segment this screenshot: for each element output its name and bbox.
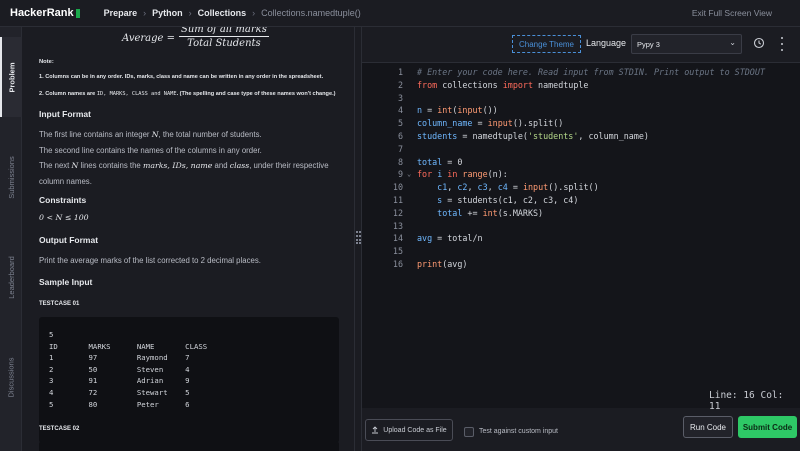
code-line: 11 s = students(c1, c2, c3, c4) <box>392 195 579 205</box>
language-label: Language <box>586 38 627 48</box>
run-code-button[interactable]: Run Code <box>683 416 733 438</box>
testcase-2-block <box>39 441 339 451</box>
code-line: 5 column_name = input().split() <box>397 118 564 129</box>
code-line: 14 avg = total/n <box>392 233 483 244</box>
editor-footer: Upload Code as File Test against custom … <box>362 409 800 451</box>
code-line: 15 <box>392 246 403 257</box>
tab-label: Discussions <box>6 356 16 398</box>
chevron-right-icon: › <box>188 8 192 18</box>
formula-fraction: Sum of all marks Total Students <box>179 27 269 49</box>
text: , under their respective <box>249 161 329 170</box>
panel-resizer[interactable] <box>354 27 362 451</box>
breadcrumb-python[interactable]: Python <box>152 8 183 18</box>
logo-mark <box>75 8 80 18</box>
hackerrank-logo[interactable]: HackerRank <box>10 7 80 19</box>
text: The first line contains an integer <box>39 130 152 139</box>
math-class: class <box>229 161 250 170</box>
fold-chevron-icon: ⌄ <box>407 170 412 179</box>
code-line: 7 <box>397 143 403 154</box>
custom-input-checkbox[interactable] <box>464 427 474 437</box>
code-line: 1 # Enter your code here. Read input from… <box>397 67 765 77</box>
input-line-1: The first line contains an integer N, th… <box>39 130 349 139</box>
code-line: 6 students = namedtuple('students', colum… <box>397 131 649 141</box>
note-item-2: 2. Column names are ID, MARKS, CLASS and… <box>39 91 349 97</box>
grip-icon <box>356 231 361 245</box>
upload-label: Upload Code as File <box>383 426 447 434</box>
logo-text: HackerRank <box>10 7 74 19</box>
code-line: 4n = int(input()) <box>397 105 498 116</box>
code-line: 13 <box>392 220 403 231</box>
constraint-text: 0 < N ≤ 100 <box>39 213 89 222</box>
testcase-1-block: 5 ID MARKS NAME CLASS 1 97 Raymond 7 2 5… <box>39 317 339 443</box>
breadcrumb-current: Collections.namedtuple() <box>261 8 361 18</box>
code-line: 16 print(avg) <box>392 259 468 269</box>
text: and <box>212 161 230 170</box>
note2-suffix: . (The spelling and case type of these n… <box>176 91 336 97</box>
exit-fullscreen-link[interactable]: Exit Full Screen View <box>692 8 772 18</box>
custom-input-label: Test against custom input <box>479 428 558 435</box>
text: , the total number of students. <box>158 130 262 139</box>
change-theme-button[interactable]: Change Theme <box>512 35 581 53</box>
tab-label: Problem <box>7 61 17 93</box>
note-title: Note: <box>39 59 54 65</box>
average-formula: Average = Sum of all marks Total Student… <box>122 27 269 49</box>
tab-discussions[interactable]: Discussions <box>0 337 22 417</box>
upload-icon <box>372 426 379 434</box>
text: The next <box>39 161 72 170</box>
chevron-right-icon: › <box>252 8 256 18</box>
formula-numerator: Sum of all marks <box>179 27 269 37</box>
history-icon[interactable] <box>753 37 765 49</box>
upload-code-button[interactable]: Upload Code as File <box>365 419 453 441</box>
note2-prefix: 2. Column names are <box>39 91 97 97</box>
text: lines contains the <box>78 161 143 170</box>
note-item-1: 1. Columns can be in any order. IDs, mar… <box>39 74 324 80</box>
breadcrumb: Prepare › Python › Collections › Collect… <box>104 8 361 18</box>
more-options-icon[interactable] <box>779 37 785 51</box>
tab-submissions[interactable]: Submissions <box>0 137 22 217</box>
math-fields: marks, IDs, name <box>142 161 213 170</box>
code-line: 2 from collections import namedtuple <box>397 79 589 90</box>
output-format-heading: Output Format <box>39 235 99 245</box>
code-line: 12 total += int(s.MARKS) <box>392 207 544 218</box>
code-line: 3 <box>397 92 403 103</box>
tab-leaderboard[interactable]: Leaderboard <box>0 237 22 317</box>
breadcrumb-collections[interactable]: Collections <box>198 8 247 18</box>
tab-label: Leaderboard <box>6 255 16 299</box>
code-line: 8 total = 0 <box>397 156 463 167</box>
code-editor[interactable]: 1 # Enter your code here. Read input from… <box>362 62 800 408</box>
tab-problem[interactable]: Problem <box>0 37 22 117</box>
math-n: N <box>151 130 159 139</box>
testcase-1-label: TESTCASE 01 <box>39 301 80 307</box>
editor-toolbar: Change Theme Language Pypy 3 ⌄ <box>362 27 800 62</box>
side-tabs: Problem Submissions Leaderboard Discussi… <box>0 27 22 451</box>
input-line-3: The next N lines contains the marks, IDs… <box>39 161 349 170</box>
input-format-heading: Input Format <box>39 109 91 119</box>
sample-input-heading: Sample Input <box>39 277 93 287</box>
tab-label: Submissions <box>6 155 16 199</box>
output-text: Print the average marks of the list corr… <box>39 256 261 265</box>
constraints-heading: Constraints <box>39 195 87 205</box>
code-line: 9 ⌄ for i in range(n): <box>397 169 508 180</box>
breadcrumb-prepare[interactable]: Prepare <box>104 8 138 18</box>
language-value: Pypy 3 <box>637 39 660 49</box>
input-line-4: column names. <box>39 177 92 186</box>
top-bar: HackerRank Prepare › Python › Collection… <box>0 0 800 27</box>
input-line-2: The second line contains the names of th… <box>39 146 262 155</box>
chevron-right-icon: › <box>143 8 147 18</box>
formula-denominator: Total Students <box>187 38 261 49</box>
chevron-down-icon: ⌄ <box>729 38 736 47</box>
language-select[interactable]: Pypy 3 ⌄ <box>631 34 742 54</box>
testcase-2-label: TESTCASE 02 <box>39 426 80 432</box>
code-line: 10 c1, c2, c3, c4 = input().split() <box>392 182 599 193</box>
problem-panel: Average = Sum of all marks Total Student… <box>22 27 354 451</box>
note2-codes: ID, MARKS, CLASS and NAME <box>96 91 177 97</box>
formula-lhs: Average = <box>122 32 176 44</box>
submit-code-button[interactable]: Submit Code <box>738 416 797 438</box>
